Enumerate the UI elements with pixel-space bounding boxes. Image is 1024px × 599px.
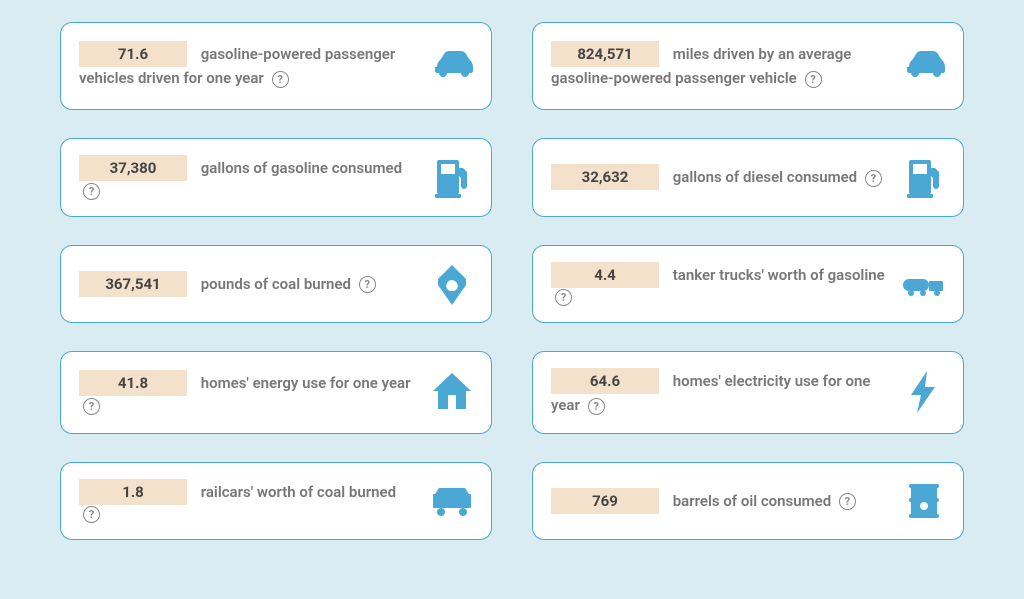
house-icon bbox=[429, 369, 475, 415]
card-gasoline-gallons: 37,380 gallons of gasoline consumed ? bbox=[60, 138, 492, 217]
card-home-energy: 41.8 homes' energy use for one year ? bbox=[60, 351, 492, 434]
card-diesel-gallons: 32,632 gallons of diesel consumed ? bbox=[532, 138, 964, 217]
card-label: railcars' worth of coal burned bbox=[201, 483, 396, 501]
value-badge: 71.6 bbox=[79, 41, 187, 67]
value-badge: 1.8 bbox=[79, 479, 187, 505]
card-coal-pounds: 367,541 pounds of coal burned ? bbox=[60, 245, 492, 324]
card-home-electricity: 64.6 homes' electricity use for one year… bbox=[532, 351, 964, 434]
card-miles-driven: 824,571 miles driven by an average gasol… bbox=[532, 22, 964, 110]
gas-pump-icon bbox=[901, 154, 947, 200]
tanker-truck-icon bbox=[901, 261, 947, 307]
card-label: gallons of gasoline consumed bbox=[201, 159, 402, 177]
card-railcars-coal: 1.8 railcars' worth of coal burned ? bbox=[60, 462, 492, 541]
lightning-bolt-icon bbox=[901, 369, 947, 415]
card-label: tanker trucks' worth of gasoline bbox=[673, 266, 885, 284]
coal-flame-icon bbox=[429, 261, 475, 307]
value-badge: 64.6 bbox=[551, 368, 659, 394]
help-icon[interactable]: ? bbox=[865, 170, 882, 187]
card-vehicles-driven: 71.6 gasoline-powered passenger vehicles… bbox=[60, 22, 492, 110]
car-icon bbox=[429, 43, 475, 89]
card-label: pounds of coal burned bbox=[201, 275, 351, 293]
card-oil-barrels: 769 barrels of oil consumed ? bbox=[532, 462, 964, 541]
help-icon[interactable]: ? bbox=[83, 398, 100, 415]
value-badge: 4.4 bbox=[551, 262, 659, 288]
value-badge: 824,571 bbox=[551, 41, 659, 67]
value-badge: 41.8 bbox=[79, 370, 187, 396]
card-label: barrels of oil consumed bbox=[673, 492, 831, 510]
value-badge: 367,541 bbox=[79, 271, 187, 297]
card-label: gallons of diesel consumed bbox=[673, 168, 857, 186]
help-icon[interactable]: ? bbox=[83, 183, 100, 200]
help-icon[interactable]: ? bbox=[839, 493, 856, 510]
value-badge: 37,380 bbox=[79, 155, 187, 181]
card-label: homes' energy use for one year bbox=[201, 374, 411, 392]
railcar-icon bbox=[429, 478, 475, 524]
value-badge: 769 bbox=[551, 488, 659, 514]
help-icon[interactable]: ? bbox=[588, 398, 605, 415]
car-icon bbox=[901, 43, 947, 89]
help-icon[interactable]: ? bbox=[83, 506, 100, 523]
help-icon[interactable]: ? bbox=[359, 276, 376, 293]
help-icon[interactable]: ? bbox=[555, 289, 572, 306]
oil-barrel-icon bbox=[901, 478, 947, 524]
card-tanker-trucks: 4.4 tanker trucks' worth of gasoline ? bbox=[532, 245, 964, 324]
help-icon[interactable]: ? bbox=[272, 71, 289, 88]
help-icon[interactable]: ? bbox=[805, 71, 822, 88]
value-badge: 32,632 bbox=[551, 164, 659, 190]
gas-pump-icon bbox=[429, 154, 475, 200]
